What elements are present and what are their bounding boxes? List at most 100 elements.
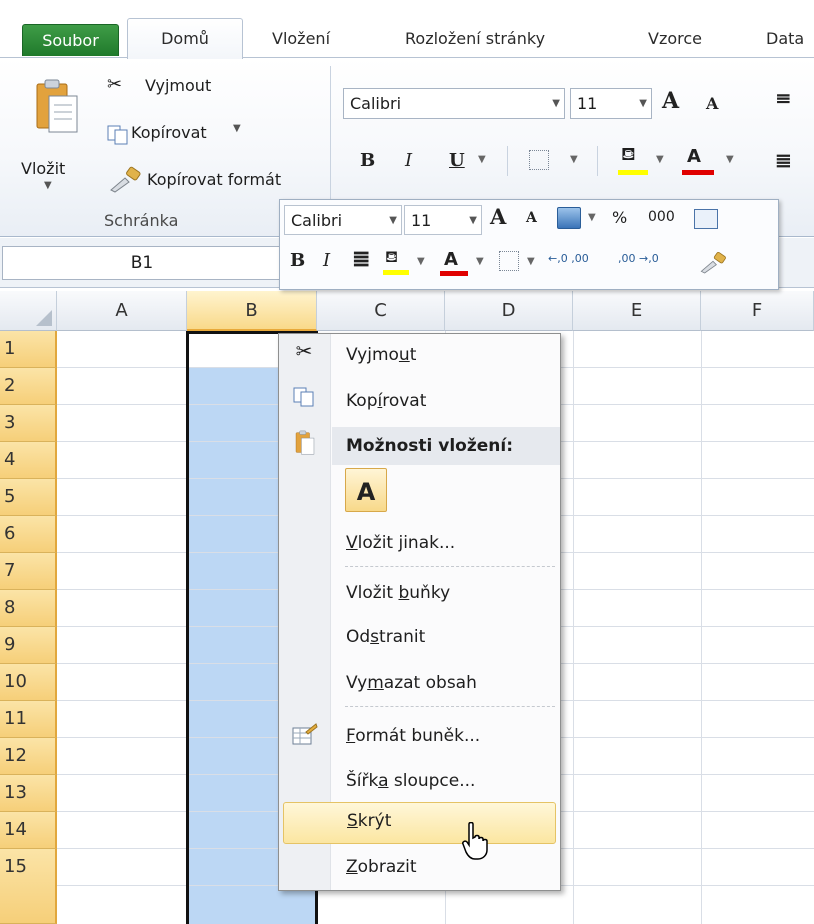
menu-item-label: ormát buněk... — [355, 726, 481, 746]
fill-color-swatch — [618, 170, 648, 175]
mini-shrink-font-button[interactable]: A — [526, 210, 537, 226]
grow-font-button[interactable]: A — [662, 88, 679, 114]
tab-file[interactable]: Soubor — [22, 24, 119, 56]
row-header[interactable]: 13 — [0, 775, 57, 812]
mini-font-color-button[interactable]: A — [440, 245, 468, 279]
paste-icon — [36, 79, 78, 133]
menu-item-cut[interactable]: Vyjmout — [283, 336, 556, 374]
fill-color-button[interactable]: ⛾ — [618, 144, 650, 178]
font-color-dropdown-icon[interactable]: ▼ — [726, 154, 734, 165]
chevron-down-icon: ▼ — [389, 215, 397, 226]
column-header-f[interactable]: F — [701, 291, 814, 331]
mini-font-color-dropdown-icon[interactable]: ▼ — [476, 256, 484, 267]
paste-options-header: Možnosti vložení: — [332, 427, 560, 465]
menu-item-label: ložit jinak... — [357, 533, 456, 553]
menu-item-accelerator: b — [398, 583, 410, 603]
name-box[interactable]: B1 — [2, 246, 282, 280]
column-header-d[interactable]: D — [445, 291, 573, 331]
format-painter-button[interactable]: Kopírovat formát — [107, 166, 317, 196]
merge-center-icon[interactable] — [694, 209, 718, 229]
menu-item-column-width[interactable]: Šířka sloupce... — [283, 762, 556, 800]
row-header[interactable]: 10 — [0, 664, 57, 701]
row-header[interactable]: 8 — [0, 590, 57, 627]
menu-item-accelerator: V — [346, 533, 358, 553]
menu-item-accelerator: s — [370, 627, 380, 647]
copy-dropdown-arrow-icon[interactable]: ▼ — [233, 123, 241, 134]
accounting-format-icon[interactable] — [557, 207, 581, 229]
column-header-c[interactable]: C — [317, 291, 445, 331]
increase-decimal-button[interactable]: ←,0 ,00 — [548, 252, 589, 265]
row-header[interactable]: 14 — [0, 812, 57, 849]
mini-borders-dropdown-icon[interactable]: ▼ — [527, 256, 535, 267]
row-header[interactable]: 2 — [0, 368, 57, 405]
thousands-separator-button[interactable]: 000 — [648, 209, 675, 225]
menu-item-label: Šířk — [346, 771, 379, 791]
font-color-button[interactable]: A — [682, 144, 716, 178]
font-size-dropdown[interactable]: 11 ▼ — [570, 88, 652, 119]
menu-item-clear-contents[interactable]: Vymazat obsah — [283, 664, 556, 702]
mini-fill-color-button[interactable]: ⛾ — [383, 245, 411, 279]
accounting-dropdown-icon[interactable]: ▼ — [588, 212, 596, 223]
mini-borders-icon[interactable] — [499, 251, 519, 271]
row-header[interactable]: 3 — [0, 405, 57, 442]
cut-button[interactable]: ✂ Vyjmout — [107, 74, 257, 102]
menu-item-unhide[interactable]: Zobrazit — [283, 848, 556, 886]
menu-item-hide[interactable]: Skrýt — [283, 802, 556, 844]
row-header[interactable]: 1 — [0, 331, 57, 368]
menu-item-format-cells[interactable]: Formát buněk... — [283, 717, 556, 755]
row-header[interactable]: 7 — [0, 553, 57, 590]
row-header[interactable]: 5 — [0, 479, 57, 516]
row-header[interactable]: 4 — [0, 442, 57, 479]
mini-bold-button[interactable]: B — [290, 250, 305, 271]
paste-dropdown-arrow-icon[interactable]: ▼ — [44, 180, 52, 191]
shrink-font-button[interactable]: A — [706, 94, 718, 113]
mini-font-name-value: Calibri — [291, 211, 343, 230]
menu-item-accelerator: S — [347, 811, 358, 831]
italic-button[interactable]: I — [405, 150, 412, 171]
mini-toolbar: Calibri ▼ 11 ▼ A A ▼ % 000 B I ≣ ⛾ ▼ A ▼… — [279, 199, 779, 290]
percent-style-button[interactable]: % — [612, 208, 627, 227]
underline-dropdown-icon[interactable]: ▼ — [478, 154, 486, 165]
tab-page-layout[interactable]: Rozložení stránky — [405, 20, 545, 58]
tab-data[interactable]: Data — [766, 20, 804, 58]
borders-dropdown-icon[interactable]: ▼ — [570, 154, 578, 165]
mini-grow-font-button[interactable]: A — [490, 204, 506, 229]
column-header-b[interactable]: B — [187, 291, 317, 331]
align-left-icon[interactable]: ≣ — [775, 148, 792, 172]
select-all-button[interactable] — [0, 291, 57, 331]
tab-insert[interactable]: Vložení — [272, 20, 330, 58]
mini-fill-dropdown-icon[interactable]: ▼ — [417, 256, 425, 267]
mini-font-name-dropdown[interactable]: Calibri ▼ — [284, 205, 402, 235]
decrease-decimal-button[interactable]: ,00 →,0 — [618, 252, 659, 265]
underline-button[interactable]: U — [449, 150, 465, 171]
paste-values-button[interactable]: A — [345, 468, 387, 512]
mini-center-align-icon[interactable]: ≣ — [352, 246, 370, 272]
align-top-icon[interactable]: ≡ — [775, 86, 792, 110]
menu-item-paste-special[interactable]: Vložit jinak... — [283, 524, 556, 562]
menu-item-insert-cells[interactable]: Vložit buňky — [283, 574, 556, 612]
copy-button[interactable]: Kopírovat ▼ — [107, 121, 267, 149]
fill-color-dropdown-icon[interactable]: ▼ — [656, 154, 664, 165]
format-painter-label: Kopírovat formát — [147, 170, 282, 189]
font-name-dropdown[interactable]: Calibri ▼ — [343, 88, 565, 119]
tab-formulas[interactable]: Vzorce — [648, 20, 702, 58]
row-header[interactable]: 6 — [0, 516, 57, 553]
column-header-a[interactable]: A — [57, 291, 187, 331]
menu-item-delete[interactable]: Odstranit — [283, 618, 556, 656]
font-color-label: A — [444, 249, 458, 270]
column-header-e[interactable]: E — [573, 291, 701, 331]
mini-italic-button[interactable]: I — [323, 250, 330, 271]
row-header[interactable]: 11 — [0, 701, 57, 738]
menu-item-copy[interactable]: Kopírovat — [283, 382, 556, 420]
context-menu: ✂ Vyjmout Kopírovat Možnosti vložení: A … — [278, 333, 561, 891]
row-header[interactable]: 9 — [0, 627, 57, 664]
format-painter-icon[interactable] — [698, 250, 728, 276]
tab-home[interactable]: Domů — [127, 18, 243, 59]
row-header[interactable]: 12 — [0, 738, 57, 775]
bold-button[interactable]: B — [360, 150, 375, 171]
borders-icon[interactable] — [529, 150, 549, 170]
menu-separator — [345, 706, 555, 707]
mini-font-size-dropdown[interactable]: 11 ▼ — [404, 205, 482, 235]
paste-button[interactable]: Vložit ▼ — [16, 70, 86, 200]
row-header[interactable]: 15 — [0, 849, 57, 924]
